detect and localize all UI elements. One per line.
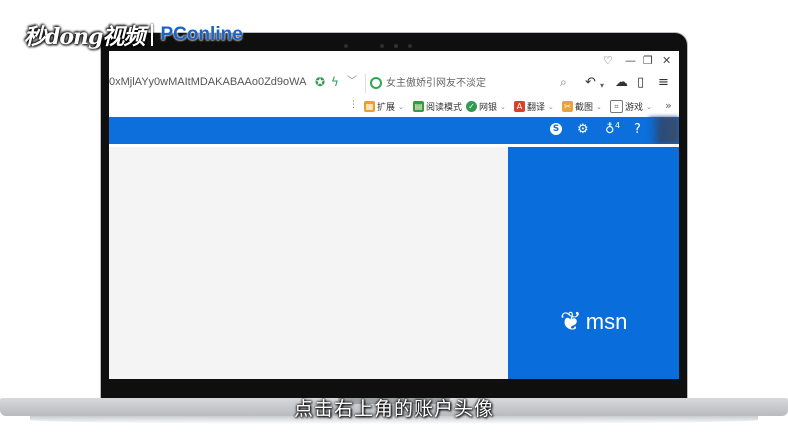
watermark-brand: 秒dong视频 xyxy=(24,24,145,50)
extension-label: 网银 xyxy=(479,103,498,113)
skin-icon[interactable]: ♡ xyxy=(603,54,613,68)
refresh-security-icon[interactable]: ✪ xyxy=(315,75,325,89)
extension-label: 扩展 xyxy=(377,103,396,113)
watermark-logo: 秒dong视频 PConline xyxy=(24,20,243,50)
chevron-down-icon: ⌄ xyxy=(596,102,602,111)
translate-icon: A xyxy=(514,101,525,112)
sensor-dot xyxy=(380,44,384,48)
msn-logo: ❦ msn xyxy=(560,307,627,337)
restore-icon[interactable]: ❐ xyxy=(643,54,653,68)
help-icon[interactable]: ? xyxy=(634,123,641,137)
account-avatar[interactable] xyxy=(649,117,679,144)
extension-label: 游戏 xyxy=(625,103,644,113)
url-text[interactable]: 0xMjlAYy0wMAItMDAKABAAo0Zd9oWA xyxy=(109,76,306,88)
extension-banking[interactable]: ✓ 网银 ⌄ xyxy=(466,100,506,113)
skype-icon[interactable]: S xyxy=(550,123,562,135)
search-input[interactable] xyxy=(386,75,556,91)
shield-icon: ✓ xyxy=(466,101,477,112)
close-icon[interactable]: ✕ xyxy=(662,54,671,68)
chevron-down-icon: ⌄ xyxy=(646,102,652,111)
more-vertical-icon[interactable]: ⋮ xyxy=(349,100,358,110)
minimize-icon[interactable]: — xyxy=(625,54,636,68)
lightbulb-icon[interactable]: ♁ xyxy=(605,123,615,137)
lightning-icon[interactable]: ϟ xyxy=(331,75,339,89)
more-extensions-button[interactable]: » xyxy=(665,99,672,112)
butterfly-icon: ❦ xyxy=(560,307,582,337)
extensions-toolbar: ⋮ ▦ 扩展 ⌄ ▤ 阅读模式 ✓ 网银 ⌄ A 翻译 ⌄ ✂ 截图 ⌄ ⌗ 游… xyxy=(109,97,679,118)
page-content-area xyxy=(109,144,679,379)
watermark-divider xyxy=(151,24,154,46)
chevron-down-icon: ⌄ xyxy=(548,102,554,111)
extension-label: 翻译 xyxy=(527,103,546,113)
chevron-down-icon: ⌄ xyxy=(500,102,506,111)
extension-label: 阅读模式 xyxy=(426,103,463,113)
chevron-down-icon: ⌄ xyxy=(398,102,404,111)
search-box[interactable]: ⌕ xyxy=(365,74,578,93)
gear-icon[interactable]: ⚙ xyxy=(577,123,589,137)
phone-icon[interactable]: ▯ xyxy=(637,75,644,91)
book-icon: ▤ xyxy=(413,101,424,112)
menu-icon[interactable]: ≡ xyxy=(658,75,669,91)
watermark-partner: PConline xyxy=(160,24,243,45)
sensor-dot xyxy=(344,44,348,48)
cloud-icon[interactable]: ☁ xyxy=(615,75,628,91)
msn-brand-text: msn xyxy=(585,309,628,334)
msn-side-panel: ❦ msn xyxy=(508,147,679,379)
extension-games[interactable]: ⌗ 游戏 ⌄ xyxy=(610,100,652,113)
browser-title-bar: ♡ — ❐ ✕ xyxy=(109,51,679,71)
msn-header-bar: S ⚙ ♁ 4 ? xyxy=(109,117,679,144)
search-engine-icon xyxy=(370,77,382,89)
chevron-down-icon[interactable]: ▾ xyxy=(600,78,604,94)
laptop-screen: ♡ — ❐ ✕ 0xMjlAYy0wMAItMDAKABAAo0Zd9oWA ✪… xyxy=(109,51,679,379)
webcam-icon xyxy=(394,44,398,48)
video-caption: 点击右上角的账户头像 xyxy=(293,398,494,420)
extension-expand[interactable]: ▦ 扩展 ⌄ xyxy=(364,100,404,113)
extension-screenshot[interactable]: ✂ 截图 ⌄ xyxy=(562,100,602,113)
chevron-down-icon[interactable]: ﹀ xyxy=(347,75,357,89)
undo-icon[interactable]: ↶ xyxy=(585,75,596,91)
grid-icon: ▦ xyxy=(364,101,375,112)
search-icon[interactable]: ⌕ xyxy=(560,75,567,90)
notification-badge: 4 xyxy=(615,121,621,130)
extension-translate[interactable]: A 翻译 ⌄ xyxy=(514,100,554,113)
scissors-icon: ✂ xyxy=(562,101,573,112)
sensor-dot xyxy=(408,44,412,48)
gamepad-icon: ⌗ xyxy=(610,100,623,113)
extension-label: 截图 xyxy=(575,103,594,113)
extension-reader[interactable]: ▤ 阅读模式 xyxy=(413,100,462,113)
address-bar-row: 0xMjlAYy0wMAItMDAKABAAo0Zd9oWA ✪ ϟ ﹀ ⌕ ↶… xyxy=(109,71,679,97)
